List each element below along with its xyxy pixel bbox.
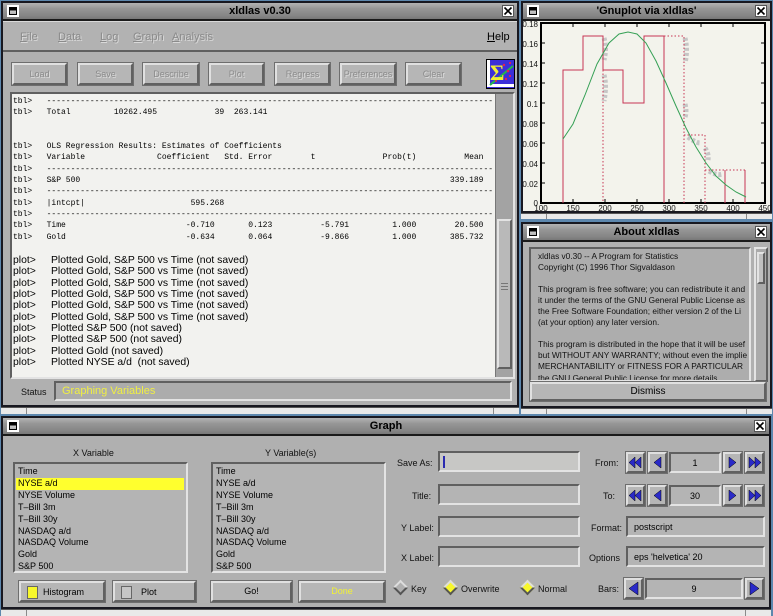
svg-text:200: 200 xyxy=(598,204,612,211)
svg-text:Σ: Σ xyxy=(490,60,504,85)
svg-text:250: 250 xyxy=(630,204,644,211)
svg-text:450: 450 xyxy=(758,204,770,211)
svg-text:300: 300 xyxy=(662,204,676,211)
svg-text:0.02: 0.02 xyxy=(523,180,539,189)
svg-text:0.04: 0.04 xyxy=(523,160,539,169)
svg-text:0.08: 0.08 xyxy=(523,120,539,129)
svg-text:150: 150 xyxy=(566,204,580,211)
svg-text:0.16: 0.16 xyxy=(523,40,539,49)
svg-text:350: 350 xyxy=(694,204,708,211)
svg-text:400: 400 xyxy=(726,204,740,211)
svg-text:0.14: 0.14 xyxy=(523,60,539,69)
svg-text:0.12: 0.12 xyxy=(523,80,539,89)
svg-text:0.1: 0.1 xyxy=(527,100,539,109)
svg-text:0.18: 0.18 xyxy=(523,21,539,29)
svg-text:0.06: 0.06 xyxy=(523,140,539,149)
svg-text:100: 100 xyxy=(534,204,548,211)
